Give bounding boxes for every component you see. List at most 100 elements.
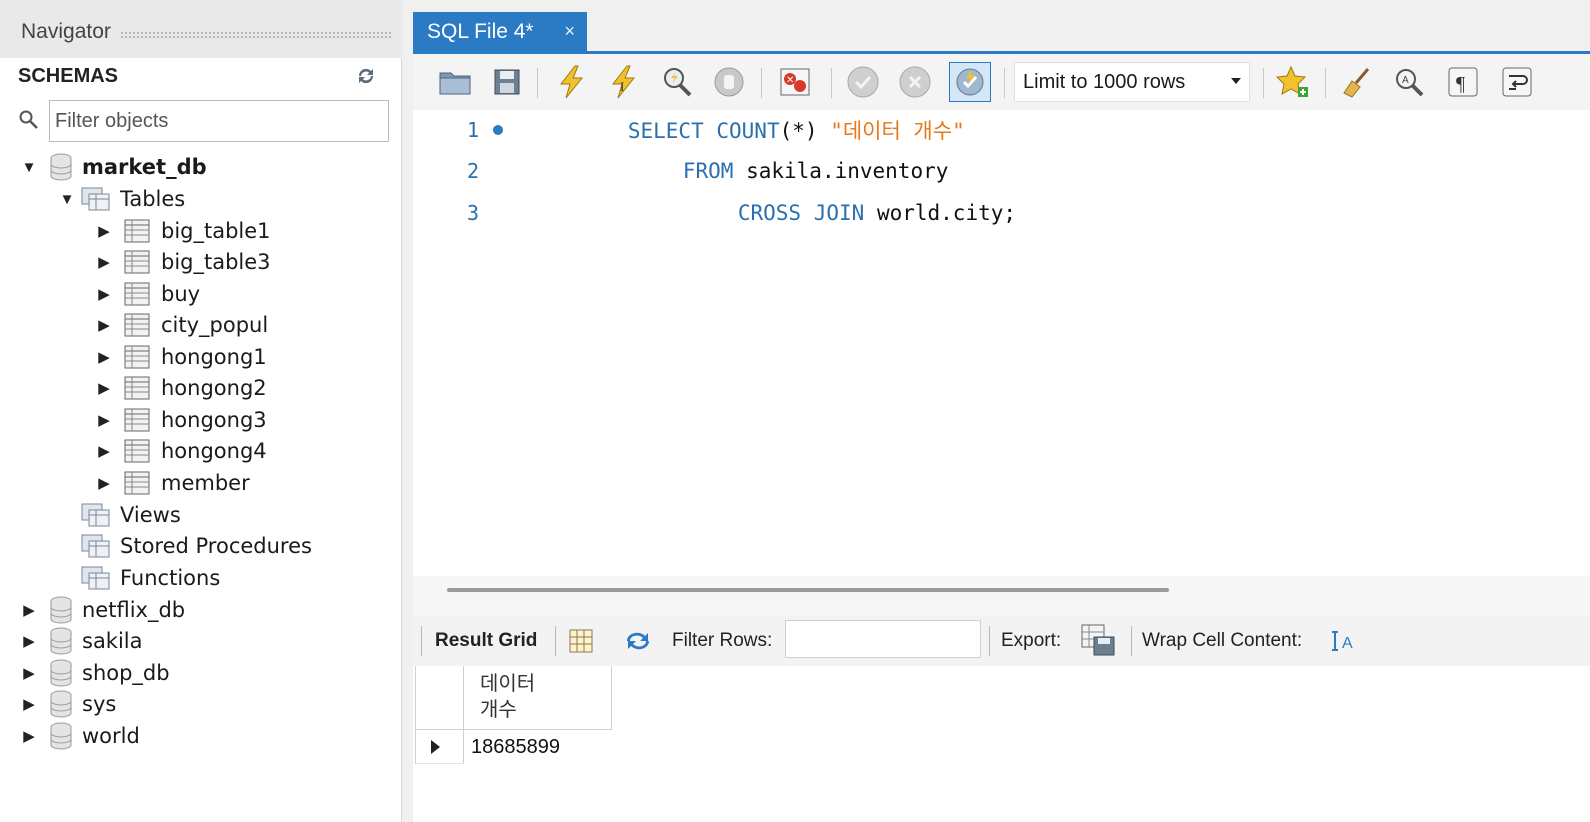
filter-objects-input[interactable] [49,100,389,142]
expand-arrow-icon[interactable]: ▶ [95,316,113,334]
result-grid: 데이터 개수 18685899 [413,666,1590,822]
schemas-label: SCHEMAS [18,65,119,87]
grid-cell[interactable]: 18685899 [464,730,612,764]
schema-sys[interactable]: ▶ sys [20,689,116,719]
views-folder[interactable]: Views [80,500,181,530]
wrap-cell-content-label: Wrap Cell Content: [1142,630,1303,651]
tab-title: SQL File 4* [427,19,534,43]
table-item[interactable]: ▶ hongong3 [95,405,266,435]
refresh-schemas-icon[interactable] [354,65,378,87]
table-item[interactable]: ▶ city_popul [95,310,268,340]
views-folder-icon [81,503,110,527]
expand-arrow-icon[interactable]: ▶ [20,664,38,682]
code-line-3[interactable]: 3 CROSS JOIN world.city; [413,196,1590,230]
table-icon [124,219,150,243]
table-item[interactable]: ▶ member [95,468,250,498]
schema-name: sys [82,692,117,716]
table-name: member [161,471,250,495]
sql-editor[interactable]: 1 SELECT COUNT(*) "데이터 개수" 2 FROM sakila… [413,110,1590,576]
tab-sql-file-4[interactable]: SQL File 4* × [413,12,587,51]
wrap-cell-content-icon[interactable]: A [1331,629,1357,658]
expand-arrow-icon[interactable]: ▶ [20,632,38,650]
find-replace-icon[interactable]: A [1391,64,1427,100]
table-name: buy [161,282,201,306]
word-wrap-icon[interactable] [1499,64,1535,100]
expand-arrow-icon[interactable]: ▶ [95,253,113,271]
schema-name: world [82,724,140,748]
navigator-title: Navigator [21,20,111,43]
filter-rows-input[interactable] [785,620,981,658]
svg-text:✕: ✕ [786,75,794,86]
schema-world[interactable]: ▶ world [20,721,140,751]
table-item[interactable]: ▶ big_table3 [95,247,270,277]
expand-arrow-icon[interactable]: ▶ [20,601,38,619]
table-item[interactable]: ▶ hongong1 [95,342,267,372]
expand-arrow-icon[interactable]: ▶ [95,411,113,429]
navigator-header: Navigator [0,0,402,58]
svg-text:A: A [1342,635,1353,652]
table-item[interactable]: ▶ big_table1 [95,216,271,246]
expand-arrow-icon[interactable]: ▶ [95,222,113,240]
functions-folder[interactable]: Functions [80,563,220,593]
navigator-drag-grip[interactable] [120,31,392,38]
close-tab-icon[interactable]: × [564,21,575,42]
stored-procedures-folder[interactable]: Stored Procedures [80,531,312,561]
table-name: hongong4 [161,439,267,463]
functions-folder-icon [81,566,110,590]
chevron-down-icon [1231,78,1241,84]
tables-folder[interactable]: ▼ Tables [58,184,186,214]
schema-name: market_db [82,155,207,179]
database-icon [50,627,72,655]
schema-market-db[interactable]: ▼ market_db [20,152,207,182]
table-item[interactable]: ▶ buy [95,279,200,309]
views-label: Views [120,503,181,527]
open-file-icon[interactable] [437,64,473,100]
schema-sakila[interactable]: ▶ sakila [20,626,143,656]
code-line-1[interactable]: 1 SELECT COUNT(*) "데이터 개수" [413,113,1590,147]
column-header-line1: 데이터 [480,671,536,695]
result-grid-tab[interactable]: Result Grid [435,630,537,652]
column-header-line2: 개수 [480,697,517,721]
grid-view-icon[interactable] [568,628,594,659]
schema-netflix-db[interactable]: ▶ netflix_db [20,595,185,625]
svg-text:¶: ¶ [1456,73,1465,95]
expand-arrow-icon[interactable]: ▶ [95,442,113,460]
add-snippet-star-icon[interactable] [1275,64,1311,100]
database-icon [50,659,72,687]
horizontal-scrollbar[interactable] [447,588,1169,592]
line-number: 3 [466,201,479,225]
row-limit-select[interactable]: Limit to 1000 rows [1014,62,1250,102]
expand-arrow-icon[interactable]: ▶ [20,727,38,745]
tables-label: Tables [120,187,186,211]
result-toolbar: Result Grid Filter Rows: Export: Wrap Ce… [413,616,1590,666]
table-name: city_popul [161,313,269,337]
expand-arrow-icon[interactable]: ▶ [95,474,113,492]
save-icon[interactable] [489,64,525,100]
table-name: hongong1 [161,345,267,369]
expand-arrow-icon[interactable]: ▶ [95,348,113,366]
table-icon [124,376,150,400]
editor-result-splitter[interactable] [413,576,1590,616]
expand-arrow-icon[interactable]: ▶ [95,379,113,397]
table-name: hongong2 [161,376,267,400]
current-row-arrow-icon [431,740,440,754]
refresh-results-icon[interactable] [621,628,655,659]
collapse-arrow-icon[interactable]: ▼ [20,159,38,176]
table-item[interactable]: ▶ hongong2 [95,373,267,403]
expand-arrow-icon[interactable]: ▶ [20,695,38,713]
collapse-arrow-icon[interactable]: ▼ [58,191,76,208]
schema-shop-db[interactable]: ▶ shop_db [20,658,170,688]
beautify-broom-icon[interactable] [1339,64,1375,100]
table-item[interactable]: ▶ hongong4 [95,436,267,466]
row-header[interactable] [415,730,464,764]
export-icon[interactable] [1080,623,1116,662]
expand-arrow-icon[interactable]: ▶ [95,285,113,303]
navigator-panel: Navigator SCHEMAS ▼ market_db ▼ Tables ▶… [0,0,402,822]
export-label: Export: [1001,630,1062,651]
column-header-data-count[interactable]: 데이터 개수 [464,666,612,730]
grid-corner-header[interactable] [415,666,464,730]
table-icon [124,345,150,369]
show-invisible-characters-icon[interactable]: ¶ [1445,64,1481,100]
table-name: big_table1 [161,219,271,243]
schema-name: sakila [82,629,143,653]
